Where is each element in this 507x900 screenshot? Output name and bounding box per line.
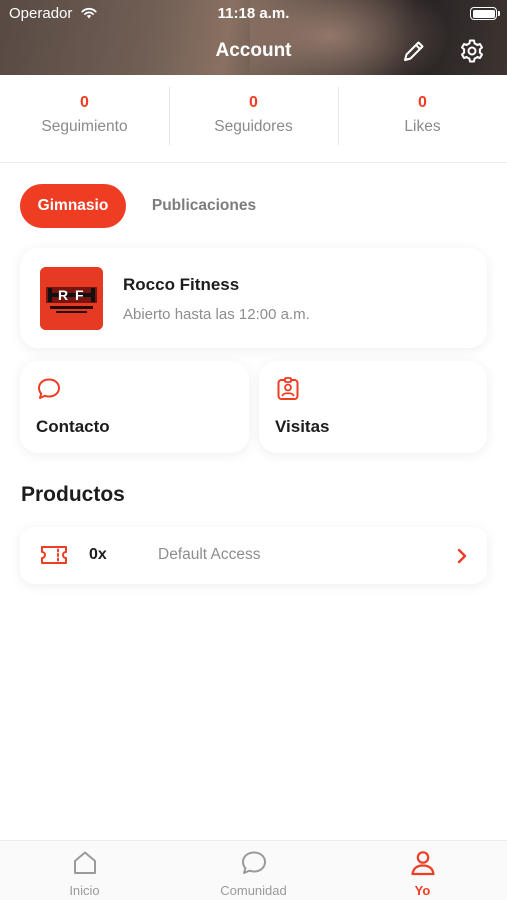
- stat-following[interactable]: 0 Seguimiento: [0, 75, 169, 162]
- nav-comunidad[interactable]: Comunidad: [169, 841, 338, 900]
- bottom-nav: Inicio Comunidad Yo: [0, 840, 507, 900]
- nav-inicio[interactable]: Inicio: [0, 841, 169, 900]
- visitor-badge-icon: [277, 377, 299, 400]
- nav-yo[interactable]: Yo: [338, 841, 507, 900]
- product-row[interactable]: 0x Default Access: [20, 527, 487, 584]
- stat-value: 0: [249, 94, 258, 111]
- stat-label: Seguidores: [214, 118, 293, 135]
- gym-card[interactable]: R F Rocco Fitness Abierto hasta las 12:0…: [20, 248, 487, 348]
- pencil-icon: [404, 41, 424, 61]
- nav-label: Inicio: [69, 883, 100, 898]
- stat-label: Likes: [404, 118, 441, 135]
- contact-label: Contacto: [36, 417, 110, 436]
- ticket-icon: [41, 546, 67, 564]
- user-icon: [410, 851, 435, 876]
- chat-bubble-icon: [38, 378, 60, 399]
- stat-value: 0: [418, 94, 427, 111]
- stat-value: 0: [80, 94, 89, 111]
- nav-label: Yo: [414, 883, 431, 898]
- tab-publicaciones[interactable]: Publicaciones: [140, 184, 268, 228]
- product-name: Default Access: [158, 546, 261, 563]
- svg-text:F: F: [75, 287, 84, 303]
- stat-label: Seguimiento: [41, 118, 128, 135]
- products-heading: Productos: [21, 483, 125, 506]
- nav-label: Comunidad: [220, 883, 287, 898]
- home-icon: [73, 851, 96, 874]
- contact-button[interactable]: Contacto: [20, 361, 249, 453]
- gym-logo: R F: [40, 267, 103, 330]
- chevron-right-icon: [457, 548, 467, 564]
- status-bar: Operador 11:18 a.m.: [0, 4, 507, 24]
- page-title: Account: [215, 40, 292, 61]
- svg-text:R: R: [58, 287, 68, 303]
- edit-button[interactable]: [399, 36, 429, 66]
- stats-bar: 0 Seguimiento 0 Seguidores 0 Likes: [0, 75, 507, 163]
- product-chevron-button[interactable]: [449, 543, 475, 569]
- visits-label: Visitas: [275, 417, 330, 436]
- visits-button[interactable]: Visitas: [259, 361, 487, 453]
- product-quantity: 0x: [89, 546, 107, 563]
- battery-icon: [470, 7, 500, 20]
- settings-button[interactable]: [457, 36, 487, 66]
- header: Operador 11:18 a.m. Account: [0, 0, 507, 75]
- gym-hours: Abierto hasta las 12:00 a.m.: [123, 306, 310, 323]
- gym-name: Rocco Fitness: [123, 275, 240, 294]
- stat-likes[interactable]: 0 Likes: [338, 75, 507, 162]
- gear-icon: [461, 39, 483, 63]
- tab-gimnasio[interactable]: Gimnasio: [20, 184, 126, 228]
- chat-bubble-icon: [241, 851, 266, 874]
- stat-followers[interactable]: 0 Seguidores: [169, 75, 338, 162]
- status-time: 11:18 a.m.: [217, 5, 290, 22]
